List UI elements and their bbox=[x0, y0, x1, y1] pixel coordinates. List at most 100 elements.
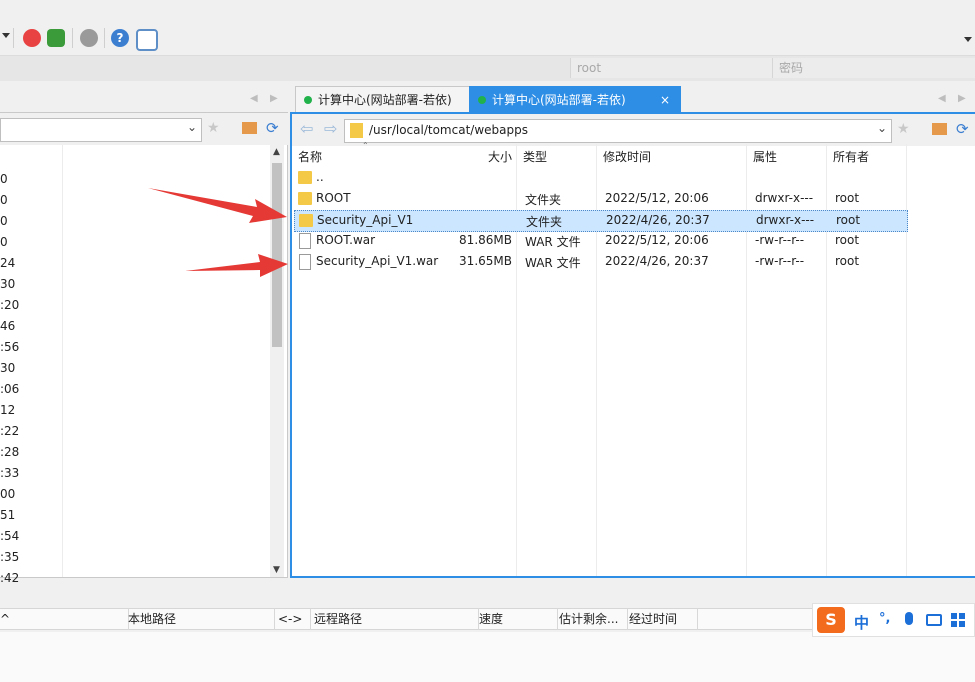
file-row[interactable]: ROOT 文件夹 2022/5/12, 20:06 drwxr-x--- root bbox=[294, 189, 906, 209]
local-file-time-fragment: 0 bbox=[0, 235, 8, 249]
file-owner-cell: root bbox=[836, 213, 861, 227]
expand-corner-icon[interactable] bbox=[964, 37, 972, 42]
transfer-col-remote-path[interactable]: 远程路径 bbox=[310, 608, 479, 630]
local-file-time-fragment: 46 bbox=[0, 319, 16, 333]
gear-icon[interactable] bbox=[80, 29, 98, 47]
transfer-list-area bbox=[0, 632, 975, 682]
connected-dot-icon bbox=[304, 96, 312, 104]
file-type-cell: WAR 文件 bbox=[525, 256, 581, 270]
annotation-arrow bbox=[148, 188, 287, 223]
remote-path-input[interactable]: /usr/local/tomcat/webapps ⌄ bbox=[344, 119, 892, 143]
transfer-col-arrow[interactable]: ^ bbox=[0, 608, 129, 630]
username-field[interactable]: root bbox=[570, 58, 777, 78]
forward-arrow-icon[interactable]: ⇨ bbox=[324, 119, 337, 138]
session-tab-row: ◀ ▶ 计算中心(网站部署-若依) 计算中心(网站部署-若依) × ◀ ▶ bbox=[0, 84, 975, 113]
col-header-attr[interactable]: 属性 bbox=[753, 148, 777, 165]
local-file-time-fragment: 0 bbox=[0, 214, 8, 228]
remote-file-pane: ⇦ ⇨ /usr/local/tomcat/webapps ⌄ ★ ⟳ ⌃ 名称… bbox=[290, 112, 975, 578]
transfer-col-speed[interactable]: 速度 bbox=[475, 608, 558, 630]
refresh-icon[interactable]: ⟳ bbox=[956, 120, 969, 138]
ime-toolbar: S 中 °, bbox=[812, 603, 975, 637]
local-file-time-fragment: 24 bbox=[0, 256, 16, 270]
local-file-time-fragment: :35 bbox=[0, 550, 20, 564]
local-file-pane: ⌄ ★ ⟳ 0 0 0 0 24 30:20 46:56 30:06 12:22:28:33 00… bbox=[0, 112, 288, 585]
col-header-modified[interactable]: 修改时间 bbox=[603, 148, 651, 165]
local-file-time-fragment: :06 bbox=[0, 382, 20, 396]
right-tab-next-icon[interactable]: ▶ bbox=[958, 93, 966, 104]
local-file-time-fragment: 51 bbox=[0, 508, 16, 522]
file-attr-cell: -rw-r--r-- bbox=[755, 233, 805, 247]
left-tab-next-icon[interactable]: ▶ bbox=[270, 93, 278, 104]
file-row[interactable]: Security_Api_V1 文件夹 2022/4/26, 20:37 drwxr-… bbox=[294, 210, 908, 232]
left-tab-prev-icon[interactable]: ◀ bbox=[250, 93, 258, 104]
home-icon[interactable] bbox=[932, 123, 947, 135]
folder-icon bbox=[350, 123, 363, 138]
folder-icon bbox=[298, 171, 312, 184]
chevron-down-icon[interactable]: ⌄ bbox=[187, 120, 197, 134]
col-header-size[interactable]: 大小 bbox=[488, 148, 512, 165]
file-modified-cell: 2022/5/12, 20:06 bbox=[605, 191, 709, 205]
bookmark-icon[interactable]: ★ bbox=[897, 121, 910, 137]
file-size-cell: 81.86MB bbox=[459, 233, 512, 247]
file-icon bbox=[299, 233, 311, 249]
scroll-down-icon[interactable]: ▼ bbox=[273, 565, 280, 575]
local-file-time-fragment: :22 bbox=[0, 424, 20, 438]
transfer-col-direction[interactable]: <-> bbox=[274, 608, 311, 630]
ime-language-indicator[interactable]: 中 bbox=[854, 612, 869, 633]
microphone-icon[interactable] bbox=[905, 612, 913, 625]
back-arrow-icon[interactable]: ⇦ bbox=[300, 119, 313, 138]
password-field[interactable]: 密码 bbox=[772, 58, 975, 78]
remote-path-text: /usr/local/tomcat/webapps bbox=[369, 123, 528, 137]
column-divider bbox=[62, 145, 63, 577]
file-name-cell: ROOT bbox=[316, 191, 351, 205]
file-name-cell: Security_Api_V1.war bbox=[316, 254, 439, 268]
tab-session-1[interactable]: 计算中心(网站部署-若依) bbox=[295, 86, 478, 113]
local-file-time-fragment: 0 bbox=[0, 193, 8, 207]
chevron-down-icon[interactable]: ⌄ bbox=[877, 121, 887, 135]
grid-menu-icon[interactable] bbox=[951, 613, 965, 627]
file-type-cell: 文件夹 bbox=[525, 193, 562, 207]
toolbar-separator bbox=[13, 28, 14, 48]
transfer-col-remaining[interactable]: 估计剩余... bbox=[555, 608, 628, 630]
snail-icon[interactable] bbox=[23, 29, 41, 47]
file-attr-cell: drwxr-x--- bbox=[756, 213, 815, 227]
bookmark-icon[interactable]: ★ bbox=[207, 120, 220, 136]
col-header-type[interactable]: 类型 bbox=[523, 148, 547, 165]
col-header-name[interactable]: 名称 bbox=[298, 148, 322, 165]
sync-icon[interactable] bbox=[47, 29, 65, 47]
local-file-time-fragment: 12 bbox=[0, 403, 16, 417]
scroll-up-icon[interactable]: ▲ bbox=[273, 147, 280, 157]
file-modified-cell: 2022/4/26, 20:37 bbox=[605, 254, 709, 268]
home-icon[interactable] bbox=[242, 122, 257, 134]
file-name-cell: ROOT.war bbox=[316, 233, 376, 247]
folder-icon bbox=[298, 192, 312, 205]
dropdown-arrow-icon[interactable] bbox=[2, 33, 10, 38]
transfer-col-elapsed[interactable]: 经过时间 bbox=[625, 608, 698, 630]
file-type-cell: WAR 文件 bbox=[525, 235, 581, 249]
ime-punctuation-indicator[interactable]: °, bbox=[879, 611, 890, 626]
col-header-owner[interactable]: 所有者 bbox=[833, 148, 869, 165]
local-file-time-fragment: :20 bbox=[0, 298, 20, 312]
file-owner-cell: root bbox=[835, 254, 860, 268]
keyboard-icon[interactable] bbox=[926, 614, 942, 626]
transfer-col-local-path[interactable]: 本地路径 bbox=[124, 608, 275, 630]
tab-session-2[interactable]: 计算中心(网站部署-若依) × bbox=[469, 86, 681, 113]
right-tab-prev-icon[interactable]: ◀ bbox=[938, 93, 946, 104]
file-name-cell: Security_Api_V1 bbox=[317, 213, 414, 227]
toolbar-separator bbox=[72, 28, 73, 48]
file-size-cell: 31.65MB bbox=[459, 254, 512, 268]
sogou-logo-icon[interactable]: S bbox=[817, 607, 845, 633]
folder-icon bbox=[299, 214, 313, 227]
refresh-icon[interactable]: ⟳ bbox=[266, 119, 279, 137]
file-row[interactable]: Security_Api_V1.war 31.65MB WAR 文件 2022/4/2… bbox=[294, 252, 906, 272]
local-path-input[interactable]: ⌄ bbox=[0, 118, 202, 142]
file-row[interactable]: .. bbox=[294, 168, 906, 188]
close-icon[interactable]: × bbox=[660, 87, 670, 113]
tab-label: 计算中心(网站部署-若依) bbox=[492, 93, 626, 107]
file-row[interactable]: ROOT.war 81.86MB WAR 文件 2022/5/12, 20:06 -rw… bbox=[294, 231, 906, 251]
chat-icon[interactable] bbox=[136, 29, 158, 51]
help-icon[interactable]: ? bbox=[111, 29, 129, 47]
tab-label: 计算中心(网站部署-若依) bbox=[318, 93, 452, 107]
local-file-time-fragment: :33 bbox=[0, 466, 20, 480]
local-file-time-fragment: 30 bbox=[0, 361, 16, 375]
